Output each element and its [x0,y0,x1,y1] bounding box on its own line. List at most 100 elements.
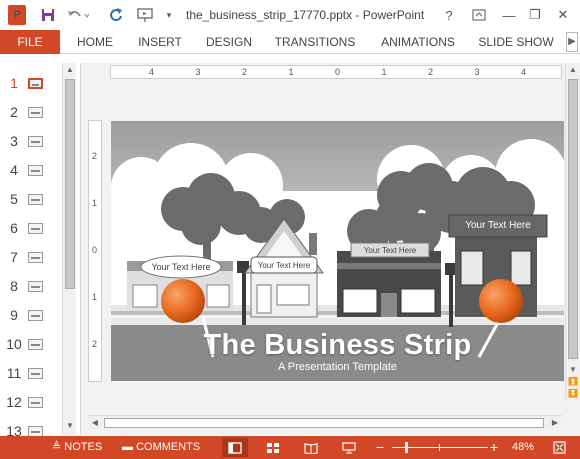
slide-thumbnail[interactable]: 2 [0,102,62,124]
slide-thumbnail-image [28,107,43,118]
tab-animations[interactable]: ANIMATIONS [376,30,460,54]
notes-label: NOTES [64,441,103,453]
slide-horizontal-scrollbar[interactable]: ◀ ▶ [88,415,562,429]
presentation-icon [342,441,356,453]
customize-toolbar-icon[interactable]: ▾ [162,5,176,25]
slide-thumbnail-image [28,78,43,89]
slide-sorter-icon [267,442,279,453]
scrollbar-thumb[interactable] [568,79,578,359]
tab-slide-show[interactable]: SLIDE SHOW [476,30,556,54]
slide-thumbnail-image [28,223,43,234]
tab-insert[interactable]: INSERT [134,30,186,54]
slide-number: 1 [10,75,18,91]
help-button[interactable]: ? [438,4,460,26]
normal-view-icon [228,441,242,454]
slide-thumbnail-image [28,368,43,379]
slide-sorter-button[interactable] [260,438,286,457]
scroll-left-arrow-icon[interactable]: ◀ [88,416,102,430]
thumbnail-scrollbar[interactable]: ▲ ▼ [62,63,76,435]
book-icon [304,442,318,454]
ruler-tick-label: 4 [521,67,527,77]
redo-icon[interactable] [106,5,126,25]
slide-thumbnail[interactable]: 7 [0,247,62,269]
scroll-right-arrow-icon[interactable]: ▶ [548,416,562,430]
ruler-tick-label: 0 [92,245,98,255]
zoom-level[interactable]: 48% [512,436,534,459]
slide-thumbnail[interactable]: 3 [0,131,62,153]
scroll-up-arrow-icon[interactable]: ▲ [566,63,580,77]
ruler-tick-label: 1 [92,292,98,302]
ruler-tick-label: 1 [381,67,387,77]
slide-thumbnail[interactable]: 6 [0,218,62,240]
zoom-in-button[interactable]: + [490,436,498,459]
tab-home[interactable]: HOME [70,30,120,54]
fit-to-window-button[interactable] [546,438,572,457]
ruler-tick-label: 4 [149,67,155,77]
slide-number: 2 [10,104,18,120]
slide-thumbnail[interactable]: 4 [0,160,62,182]
slide-title[interactable]: The Business Strip [111,329,564,362]
slide-thumbnail[interactable]: 5 [0,189,62,211]
undo-icon[interactable] [64,5,92,25]
notes-icon: ≜ [52,441,65,453]
status-bar: ≜ NOTES ▬ COMMENTS − + 48% [0,436,580,459]
comment-icon: ▬ [122,441,137,453]
zoom-center-mark [439,444,440,451]
ribbon-scroll-right-button[interactable]: ▶ [566,32,578,52]
slide-show-button[interactable] [336,438,362,457]
save-icon[interactable] [38,5,58,25]
ruler-tick-label: 3 [474,67,480,77]
slide-thumbnail-image [28,136,43,147]
powerpoint-logo-icon[interactable]: P [8,5,26,25]
zoom-out-button[interactable]: − [376,436,384,459]
slide-canvas[interactable]: Your Text Here Your Text Here Your Text … [111,121,564,381]
slide-thumbnail-image [28,397,43,408]
start-presentation-icon[interactable] [134,5,156,25]
house-sign-text[interactable]: Your Text Here [253,261,315,270]
comments-toggle[interactable]: ▬ COMMENTS [122,436,200,459]
tab-design[interactable]: DESIGN [202,30,256,54]
close-button[interactable]: ✕ [552,4,574,26]
title-bar: P ▾ the_business_strip_17770.pptx - Powe… [0,0,580,30]
slide-thumbnail[interactable]: 8 [0,276,62,298]
scroll-down-arrow-icon[interactable]: ▼ [63,419,77,433]
store-sign-text[interactable]: Your Text Here [451,220,545,231]
slide-vertical-scrollbar[interactable]: ▲ ▼ ⏫ ⏬ [565,63,579,401]
slide-thumbnail[interactable]: 10 [0,334,62,356]
ruler-tick-label: 2 [92,151,98,161]
vertical-ruler: 2 1 0 1 2 [88,120,102,382]
slide-number: 6 [10,220,18,236]
slide-thumbnail-image [28,281,43,292]
normal-view-button[interactable] [222,438,248,457]
restore-button[interactable]: ❐ [524,4,546,26]
notes-toggle[interactable]: ≜ NOTES [52,436,102,459]
slide-number: 7 [10,249,18,265]
slide-thumbnail-image [28,310,43,321]
tab-file[interactable]: FILE [0,30,60,54]
bubble-placeholder-text[interactable]: Your Text Here [145,262,217,272]
ruler-tick-label: 1 [92,198,98,208]
reading-view-button[interactable] [298,438,324,457]
scroll-up-arrow-icon[interactable]: ▲ [63,63,77,77]
ribbon-display-options-icon[interactable] [468,4,490,26]
slide-number: 12 [6,394,22,410]
ruler-tick-label: 2 [428,67,434,77]
slide-thumbnail-image [28,252,43,263]
slide-thumbnail[interactable]: 9 [0,305,62,327]
slide-thumbnail[interactable]: 1 [0,73,62,95]
slide-thumbnail-image [28,194,43,205]
tab-transitions[interactable]: TRANSITIONS [272,30,358,54]
slide-thumbnail[interactable]: 12 [0,392,62,414]
slide-thumbnail[interactable]: 11 [0,363,62,385]
shop-sign-text[interactable]: Your Text Here [353,246,427,255]
ruler-tick-label: 2 [242,67,248,77]
zoom-slider-knob[interactable] [405,442,408,453]
slide-number: 3 [10,133,18,149]
scrollbar-thumb[interactable] [104,418,544,428]
slide-subtitle[interactable]: A Presentation Template [111,361,564,373]
slide-thumbnail-image [28,165,43,176]
next-slide-icon[interactable]: ⏬ [566,387,580,401]
minimize-button[interactable]: — [498,4,520,26]
slide-number: 10 [6,336,22,352]
scrollbar-thumb[interactable] [65,79,75,289]
